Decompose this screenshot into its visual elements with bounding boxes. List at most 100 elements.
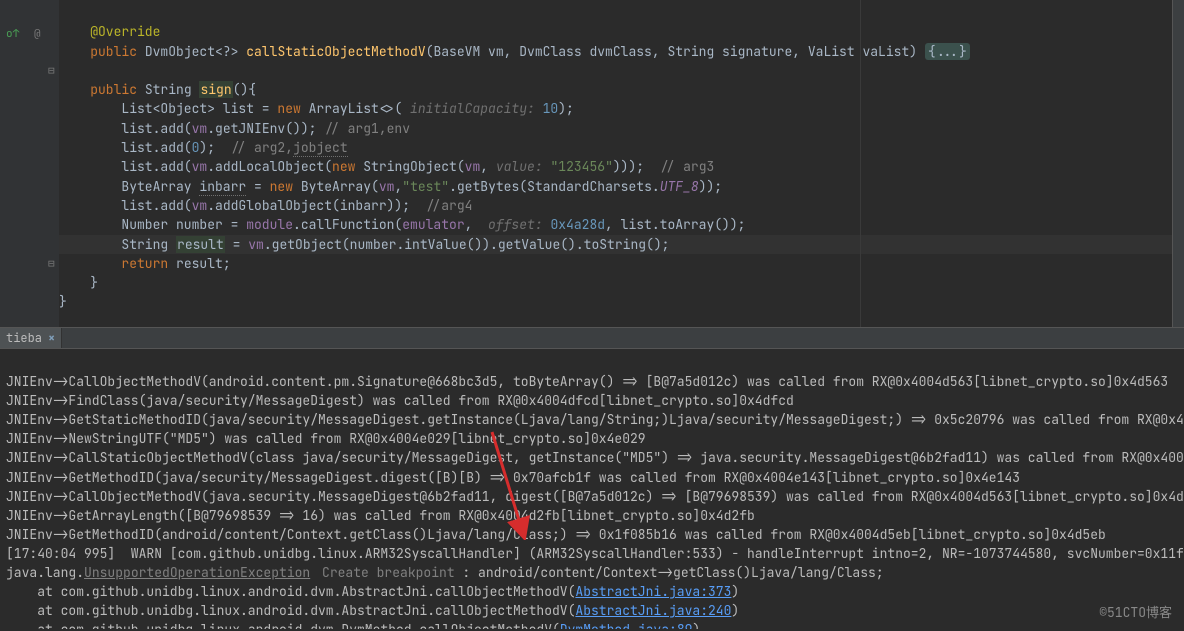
code-line: .callFunction( bbox=[293, 216, 402, 233]
code-line: .getJNIEnv()); bbox=[207, 120, 324, 137]
field: module bbox=[246, 216, 293, 233]
string: "123456" bbox=[543, 158, 613, 175]
log-line: JNIEnv->GetMethodID(java/security/Messag… bbox=[6, 469, 1020, 486]
param-hint: initialCapacity: bbox=[410, 100, 535, 117]
code-line: list.add( bbox=[59, 197, 192, 214]
log-warn: [17:40:04 995] WARN [com.github.unidbg.l… bbox=[6, 545, 1184, 562]
code-line: list.add( bbox=[59, 158, 192, 175]
code-line: ); bbox=[199, 139, 230, 156]
watermark: ©51CTO博客 bbox=[1099, 602, 1172, 621]
stack-line: ) bbox=[692, 621, 700, 629]
source-link[interactable]: AbstractJni.java:373 bbox=[575, 583, 731, 600]
kw-return: return bbox=[121, 255, 168, 272]
create-breakpoint[interactable]: Create breakpoint bbox=[314, 564, 454, 581]
field: vm bbox=[192, 158, 208, 175]
log-line: JNIEnv->GetArrayLength([B@79698539 => 16… bbox=[6, 507, 755, 524]
code-line: } bbox=[59, 293, 67, 310]
code-content[interactable]: @Override public DvmObject<?> callStatic… bbox=[59, 0, 1172, 327]
code-line: Number number = bbox=[59, 216, 246, 233]
kw-public: public bbox=[90, 43, 137, 60]
code-line: list.add( bbox=[59, 120, 192, 137]
comment: //arg4 bbox=[426, 197, 473, 214]
kw-new: new bbox=[277, 100, 300, 117]
stack-line: at com.github.unidbg.linux.android.dvm.A… bbox=[6, 602, 575, 619]
kw-public: public bbox=[90, 81, 137, 98]
param-hint: offset: bbox=[488, 216, 543, 233]
field: emulator bbox=[402, 216, 464, 233]
highlighted-line: String result = vm.getObject(number.intV… bbox=[59, 235, 1172, 254]
code-line: .getBytes(StandardCharsets. bbox=[449, 178, 660, 195]
field: vm bbox=[465, 158, 481, 175]
code-line: )); bbox=[699, 178, 722, 195]
code-line: .addGlobalObject(inbarr)); bbox=[207, 197, 425, 214]
log-line: JNIEnv->NewStringUTF("MD5") was called f… bbox=[6, 430, 646, 447]
kw-new: new bbox=[332, 158, 355, 175]
annotation: @Override bbox=[90, 23, 160, 40]
return-type: DvmObject<?> bbox=[145, 43, 239, 60]
comment: // arg3 bbox=[660, 158, 715, 175]
stack-line: ) bbox=[731, 583, 739, 600]
string: "test" bbox=[402, 178, 449, 195]
log-line: : android/content/Context->getClass()Lja… bbox=[455, 564, 884, 581]
param-hint: value: bbox=[496, 158, 543, 175]
comment: // arg2, bbox=[231, 139, 293, 156]
comment: jobject bbox=[293, 139, 348, 157]
params: (BaseVM vm, DvmClass dvmClass, String si… bbox=[426, 43, 925, 60]
method-sign: sign bbox=[199, 81, 232, 98]
code-line: .addLocalObject( bbox=[207, 158, 332, 175]
tab-label: tieba bbox=[6, 330, 42, 346]
console-output[interactable]: JNIEnv->CallObjectMethodV(android.conten… bbox=[0, 349, 1184, 629]
fold-icon[interactable]: ⊟ bbox=[48, 64, 55, 78]
field: vm bbox=[192, 197, 208, 214]
field: vm bbox=[248, 236, 264, 253]
source-link[interactable]: AbstractJni.java:240 bbox=[575, 602, 731, 619]
stack-line: at com.github.unidbg.linux.android.dvm.A… bbox=[6, 583, 575, 600]
at-icon: @ bbox=[34, 27, 41, 41]
brace: (){ bbox=[233, 81, 256, 98]
code-line: list.add( bbox=[59, 139, 192, 156]
code-line: ); bbox=[558, 100, 574, 117]
log-line: JNIEnv->CallStaticObjectMethodV(class ja… bbox=[6, 449, 1184, 466]
number: 10 bbox=[535, 100, 558, 117]
scrollbar[interactable] bbox=[1172, 0, 1184, 327]
code-line: } bbox=[59, 274, 98, 291]
tab-tieba[interactable]: tieba × bbox=[0, 328, 62, 348]
override-icon[interactable]: o↑ bbox=[6, 27, 19, 41]
code-line: = bbox=[246, 178, 269, 195]
var-result: result bbox=[176, 236, 225, 253]
log-line: JNIEnv->GetStaticMethodID(java/security/… bbox=[6, 411, 1184, 428]
fold-marker[interactable]: {...} bbox=[925, 43, 970, 60]
close-icon[interactable]: × bbox=[48, 330, 55, 346]
code-line: result; bbox=[168, 255, 230, 272]
const: UTF_8 bbox=[660, 178, 699, 195]
log-line: JNIEnv->CallObjectMethodV(android.conten… bbox=[6, 373, 1168, 390]
code-line: , bbox=[465, 216, 488, 233]
console-tab-bar: tieba × bbox=[0, 327, 1184, 349]
log-line: java.lang. bbox=[6, 564, 84, 581]
type: String bbox=[145, 81, 192, 98]
code-line: ByteArray bbox=[59, 178, 199, 195]
code-line: ArrayList<>( bbox=[301, 100, 410, 117]
code-line: List<Object> list = bbox=[59, 100, 277, 117]
code-line: ))); bbox=[613, 158, 660, 175]
code-line bbox=[59, 255, 121, 272]
gutter: o↑ @ ⊟ ⊟ bbox=[0, 0, 59, 327]
code-line: , bbox=[480, 158, 496, 175]
kw-new: new bbox=[270, 178, 293, 195]
code-editor[interactable]: o↑ @ ⊟ ⊟ @Override public DvmObject<?> c… bbox=[0, 0, 1184, 327]
code-line: = bbox=[225, 236, 248, 253]
code-line: String bbox=[59, 236, 176, 253]
fold-end-icon[interactable]: ⊟ bbox=[48, 257, 55, 271]
log-line: JNIEnv->FindClass(java/security/MessageD… bbox=[6, 392, 794, 409]
comment: // arg1,env bbox=[324, 120, 410, 137]
var: inbarr bbox=[199, 178, 246, 196]
number: 0x4a28d bbox=[543, 216, 605, 233]
field: vm bbox=[379, 178, 395, 195]
field: vm bbox=[192, 120, 208, 137]
code-line: StringObject( bbox=[355, 158, 464, 175]
source-link[interactable]: DvmMethod.java:89 bbox=[560, 621, 693, 629]
stack-line: ) bbox=[731, 602, 739, 619]
code-line: , list.toArray()); bbox=[605, 216, 745, 233]
method-name: callStaticObjectMethodV bbox=[246, 43, 425, 60]
exception-class[interactable]: UnsupportedOperationException bbox=[84, 564, 310, 581]
